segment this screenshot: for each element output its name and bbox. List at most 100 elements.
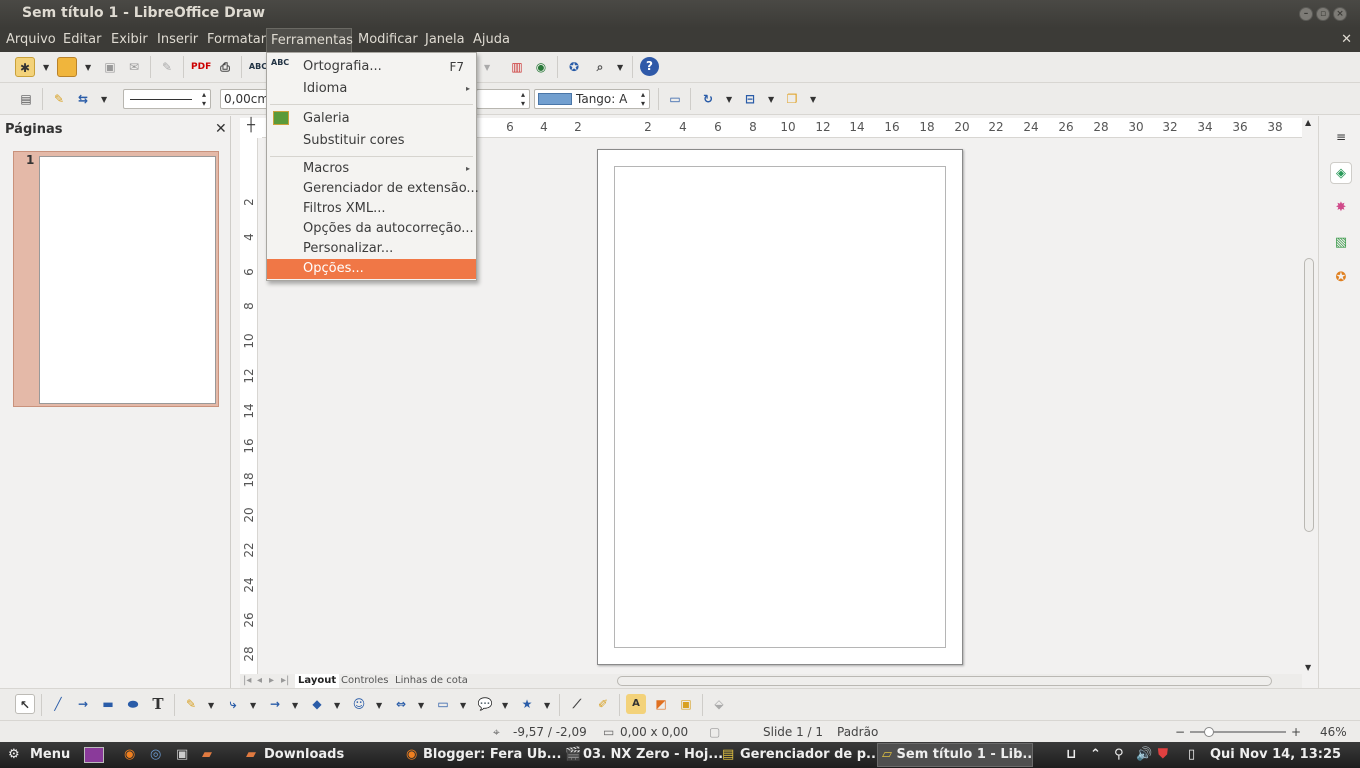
line-icon[interactable]: ✎ — [49, 89, 69, 109]
horizontal-scroll-thumb[interactable] — [617, 676, 1272, 686]
tab-controles[interactable]: Controles — [338, 674, 392, 688]
open-folder-icon[interactable] — [57, 57, 77, 77]
menu-ajuda[interactable]: Ajuda — [469, 28, 514, 52]
clock[interactable]: Qui Nov 14, 13:25 — [1210, 747, 1341, 762]
arrange-icon[interactable]: ❐ — [782, 89, 802, 109]
chevron-down-icon[interactable]: ▼ — [768, 95, 774, 105]
align-icon[interactable]: ⊟ — [740, 89, 760, 109]
styles-icon[interactable]: ▤ — [16, 89, 36, 109]
help-icon[interactable]: ? — [640, 57, 659, 76]
chevron-down-icon[interactable]: ▼ — [250, 701, 256, 711]
chevron-down-icon[interactable]: ▼ — [418, 701, 424, 711]
chart-icon[interactable]: ▥ — [507, 57, 527, 77]
terminal-icon[interactable]: ▣ — [176, 747, 188, 762]
notes-icon[interactable]: ▯ — [1188, 747, 1195, 762]
menu-item-ortografia[interactable]: Ortografia... — [303, 57, 382, 77]
chevron-down-icon[interactable]: ▼ — [334, 701, 340, 711]
glue-points-icon[interactable]: ✐ — [593, 694, 613, 714]
window-list-icon[interactable]: ⊔ — [1066, 747, 1076, 762]
chevron-down-icon[interactable]: ▼ — [544, 701, 550, 711]
fontwork-icon[interactable]: A — [626, 694, 646, 714]
task-downloads[interactable]: Downloads — [264, 747, 344, 762]
zoom-out-icon[interactable]: − — [1175, 725, 1185, 739]
menu-editar[interactable]: Editar — [59, 28, 106, 52]
close-document-icon[interactable]: ✕ — [1341, 28, 1352, 52]
start-menu-button[interactable]: Menu — [30, 747, 70, 762]
close-panel-icon[interactable]: ✕ — [215, 121, 227, 137]
menu-arquivo[interactable]: Arquivo — [2, 28, 60, 52]
drawing-page[interactable] — [597, 149, 963, 665]
tab-nav-next[interactable]: ▸ — [266, 674, 277, 688]
menu-item-personalizar[interactable]: Personalizar... — [303, 239, 393, 259]
menu-item-substituir-cores[interactable]: Substituir cores — [303, 131, 405, 151]
properties-icon[interactable]: ◈ — [1330, 162, 1352, 184]
lines-arrows-icon[interactable]: → — [265, 694, 285, 714]
shadow-icon[interactable]: ▭ — [665, 89, 685, 109]
new-document-icon[interactable]: ✱ — [15, 57, 35, 77]
chromium-icon[interactable]: ◎ — [150, 747, 161, 762]
save-icon[interactable]: ▣ — [100, 57, 120, 77]
gallery-tool-icon[interactable]: ▣ — [676, 694, 696, 714]
tab-nav-first[interactable]: |◂ — [240, 674, 254, 688]
tab-layout[interactable]: Layout — [295, 674, 340, 688]
scroll-down-icon[interactable]: ▼ — [1305, 663, 1311, 672]
chevron-down-icon[interactable]: ▼ — [43, 63, 49, 73]
vertical-ruler[interactable]: 2 4 6 8 10 12 14 16 18 20 22 24 26 28 — [240, 138, 258, 674]
vertical-scrollbar[interactable]: ▲ ▼ — [1302, 118, 1316, 676]
from-file-icon[interactable]: ◩ — [651, 694, 671, 714]
ellipse-icon[interactable]: ⬬ — [123, 694, 143, 714]
menu-ferramentas[interactable]: Ferramentas — [266, 28, 353, 52]
chevron-down-icon[interactable]: ▼ — [484, 63, 490, 73]
spin-icon[interactable]: ▴ ▾ — [521, 90, 525, 108]
maximize-button[interactable]: ▫ — [1316, 7, 1330, 21]
menu-item-idioma[interactable]: Idioma — [303, 79, 347, 99]
workspace-icon[interactable] — [84, 747, 104, 763]
connector-icon[interactable]: ⤷ — [223, 694, 243, 714]
task-nx-zero[interactable]: 03. NX Zero - Hoj... — [583, 747, 723, 762]
zoom-slider-thumb[interactable] — [1204, 727, 1214, 737]
vertical-scroll-thumb[interactable] — [1304, 258, 1314, 532]
chevron-down-icon[interactable]: ▼ — [376, 701, 382, 711]
task-libreoffice-draw[interactable]: ▱ Sem título 1 - Lib... — [877, 743, 1033, 767]
files-icon[interactable]: ▰ — [202, 747, 212, 762]
stars-icon[interactable]: ★ — [517, 694, 537, 714]
tab-nav-last[interactable]: ▸| — [278, 674, 292, 688]
extrusion-icon[interactable]: ⬙ — [709, 694, 729, 714]
print-icon[interactable]: ⎙ — [215, 57, 235, 77]
select-icon[interactable]: ↖ — [15, 694, 35, 714]
flowchart-icon[interactable]: ▭ — [433, 694, 453, 714]
insert-table-icon[interactable]: ◉ — [531, 57, 551, 77]
menu-item-opcoes-autocorrecao[interactable]: Opções da autocorreção... — [303, 219, 474, 239]
menu-item-macros[interactable]: Macros — [303, 159, 349, 179]
area-color-select[interactable]: Tango: A ▴ ▾ — [534, 89, 650, 109]
scroll-up-icon[interactable]: ▲ — [1305, 118, 1311, 127]
chevron-down-icon[interactable]: ▼ — [292, 701, 298, 711]
menu-formatar[interactable]: Formatar — [203, 28, 270, 52]
network-icon[interactable]: ⚲ — [1114, 747, 1124, 762]
rectangle-icon[interactable]: ▬ — [98, 694, 118, 714]
chevron-down-icon[interactable]: ▼ — [208, 701, 214, 711]
sidebar-menu-icon[interactable]: ≡ — [1330, 126, 1352, 148]
firefox-icon[interactable]: ◉ — [124, 747, 135, 762]
menu-exibir[interactable]: Exibir — [107, 28, 152, 52]
chevron-down-icon[interactable]: ▼ — [502, 701, 508, 711]
chevron-down-icon[interactable]: ▼ — [810, 95, 816, 105]
task-gerenciador[interactable]: Gerenciador de p... — [740, 747, 881, 762]
block-arrows-icon[interactable]: ⇔ — [391, 694, 411, 714]
chevron-down-icon[interactable]: ▼ — [617, 63, 623, 73]
gallery-icon[interactable]: ▧ — [1330, 232, 1352, 254]
zoom-level[interactable]: 46% — [1320, 725, 1347, 739]
menu-item-galeria[interactable]: Galeria — [303, 109, 350, 129]
basic-shapes-icon[interactable]: ◆ — [307, 694, 327, 714]
page-thumbnail[interactable]: 1 — [13, 151, 219, 407]
styles-formatting-icon[interactable]: ✸ — [1330, 197, 1352, 219]
tab-linhas-de-cota[interactable]: Linhas de cota — [392, 674, 471, 688]
text-tool-icon[interactable]: T — [148, 694, 168, 714]
menu-item-gerenciador-extensao[interactable]: Gerenciador de extensão... — [303, 179, 479, 199]
gear-icon[interactable]: ⚙ — [8, 747, 20, 762]
zoom-in-icon[interactable]: + — [1291, 725, 1301, 739]
export-pdf-icon[interactable]: PDF — [191, 57, 211, 77]
line-width-field[interactable]: 0,00cm — [220, 89, 270, 109]
tray-chevron-up-icon[interactable]: ⌃ — [1090, 747, 1101, 762]
line-style-select[interactable]: ▴ ▾ — [123, 89, 211, 109]
